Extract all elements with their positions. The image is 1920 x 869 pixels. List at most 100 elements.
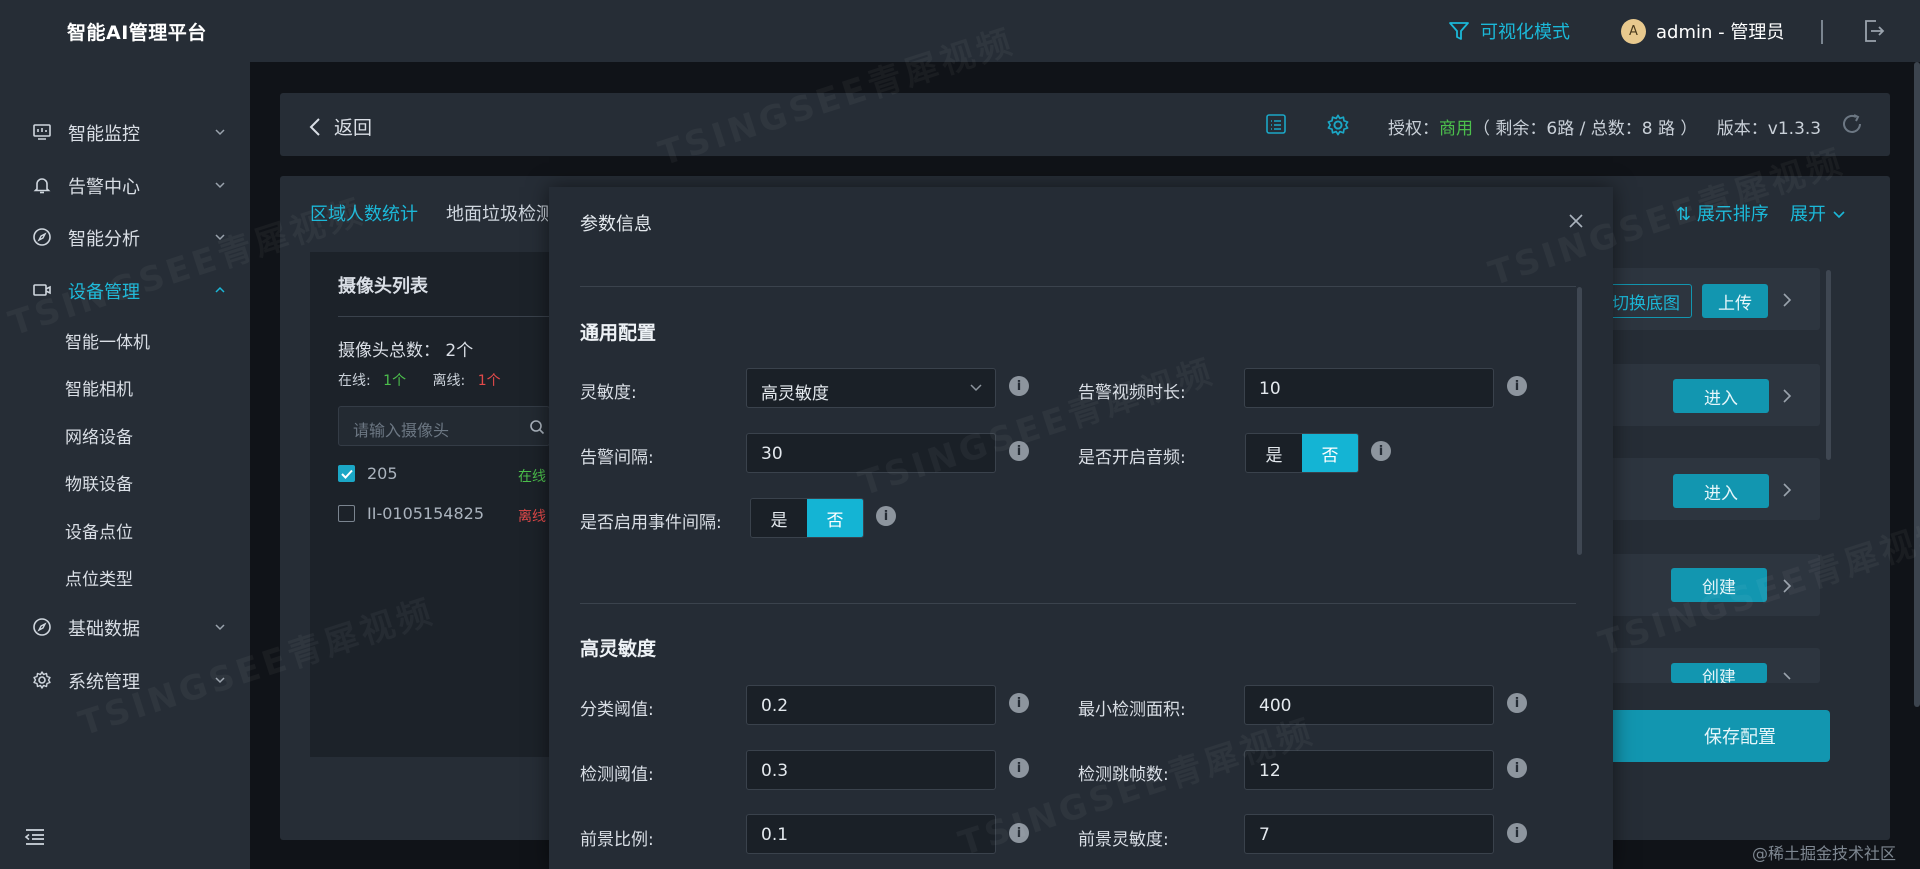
chevron-down-icon — [970, 384, 982, 392]
refresh-button[interactable] — [1840, 112, 1864, 141]
info-icon[interactable]: i — [1009, 758, 1029, 778]
chevron-right-icon[interactable] — [1782, 671, 1792, 683]
sidebar-subitem[interactable]: 智能相机 — [65, 375, 133, 400]
chevron-right-icon[interactable] — [1782, 292, 1792, 308]
compass-icon — [33, 618, 51, 636]
sort-label: 展示排序 — [1696, 204, 1769, 225]
sidebar-subitem[interactable]: 物联设备 — [65, 470, 133, 495]
toggle-yes[interactable]: 是 — [751, 499, 807, 537]
foreground-sensitivity-value: 7 — [1259, 825, 1270, 845]
event-interval-toggle[interactable]: 是 否 — [750, 498, 864, 538]
toggle-no[interactable]: 否 — [1302, 434, 1358, 472]
back-button[interactable]: 返回 — [308, 113, 372, 140]
sidebar-subitem[interactable]: 智能一体机 — [65, 328, 150, 353]
foreground-ratio-input[interactable]: 0.1 — [746, 814, 996, 854]
min-area-input[interactable]: 400 — [1244, 685, 1494, 725]
sidebar-item-alarms[interactable]: 告警中心 — [0, 164, 250, 204]
modal-scrollbar[interactable] — [1577, 287, 1582, 555]
page-scrollbar[interactable] — [1914, 62, 1920, 707]
min-area-value: 400 — [1259, 696, 1292, 716]
auth-label: 授权： — [1388, 119, 1439, 139]
chevron-right-icon[interactable] — [1782, 578, 1792, 594]
info-icon[interactable]: i — [1009, 823, 1029, 843]
info-icon[interactable]: i — [1009, 376, 1029, 396]
audio-label: 是否开启音频: — [1078, 448, 1186, 468]
algorithm-tabs: 区域人数统计 地面垃圾检测 — [310, 200, 554, 226]
toggle-no[interactable]: 否 — [807, 499, 863, 537]
video-duration-value: 10 — [1259, 379, 1281, 399]
camera-state: 在线 — [518, 469, 546, 485]
sidebar-subitem[interactable]: 点位类型 — [65, 565, 133, 590]
info-icon[interactable]: i — [1507, 693, 1527, 713]
settings-button[interactable] — [1326, 113, 1350, 142]
sidebar-item-label: 告警中心 — [68, 177, 140, 198]
close-button[interactable] — [1568, 213, 1584, 234]
enter-button[interactable]: 进入 — [1673, 379, 1769, 413]
sidebar-item-device-management[interactable]: 设备管理 — [0, 269, 250, 309]
sidebar-subitem[interactable]: 设备点位 — [65, 518, 133, 543]
chevron-down-icon — [1833, 211, 1845, 219]
user-menu[interactable]: A admin - 管理员 — [1621, 18, 1784, 44]
detect-threshold-input[interactable]: 0.3 — [746, 750, 996, 790]
sidebar-item-analysis[interactable]: 智能分析 — [0, 216, 250, 256]
collapse-sidebar-button[interactable] — [24, 828, 46, 851]
logout-button[interactable] — [1862, 18, 1886, 49]
detect-threshold-label: 检测阈值: — [580, 765, 654, 785]
enter-button[interactable]: 进入 — [1673, 474, 1769, 508]
upload-button[interactable]: 上传 — [1702, 284, 1768, 318]
create-button[interactable]: 创建 — [1671, 663, 1767, 683]
list-view-button[interactable] — [1265, 113, 1287, 140]
logout-icon — [1865, 20, 1885, 42]
info-icon[interactable]: i — [1009, 693, 1029, 713]
tab-area-count[interactable]: 区域人数统计 — [310, 200, 418, 226]
info-icon[interactable]: i — [876, 506, 896, 526]
stage-list-scrollbar[interactable] — [1826, 270, 1831, 460]
camera-row[interactable]: 205 — [338, 464, 398, 483]
info-icon[interactable]: i — [1009, 441, 1029, 461]
visualization-mode-link[interactable]: 可视化模式 — [1448, 18, 1570, 44]
checkbox[interactable] — [338, 465, 355, 482]
skip-frames-input[interactable]: 12 — [1244, 750, 1494, 790]
foreground-sensitivity-label: 前景灵敏度: — [1078, 830, 1169, 850]
create-button[interactable]: 创建 — [1671, 568, 1767, 602]
tab-ground-garbage[interactable]: 地面垃圾检测 — [446, 200, 554, 226]
sort-display-link[interactable]: ⇅ 展示排序 — [1676, 200, 1769, 226]
toggle-yes[interactable]: 是 — [1246, 434, 1302, 472]
chevron-right-icon[interactable] — [1782, 388, 1792, 404]
camera-row[interactable]: II-0105154825 — [338, 504, 484, 523]
info-icon[interactable]: i — [1371, 441, 1391, 461]
info-icon[interactable]: i — [1507, 758, 1527, 778]
skip-frames-label: 检测跳帧数: — [1078, 765, 1169, 785]
divider — [338, 316, 550, 317]
video-duration-input[interactable]: 10 — [1244, 368, 1494, 408]
sidebar-subitem[interactable]: 网络设备 — [65, 423, 133, 448]
check-icon — [340, 469, 353, 479]
camera-search-input[interactable]: 请输入摄像头 — [338, 406, 550, 446]
class-threshold-input[interactable]: 0.2 — [746, 685, 996, 725]
camera-icon — [33, 284, 51, 296]
back-label: 返回 — [334, 117, 373, 139]
sidebar-item-basic-data[interactable]: 基础数据 — [0, 606, 250, 646]
sidebar-item-monitoring[interactable]: 智能监控 — [0, 111, 250, 151]
list-icon — [1266, 114, 1286, 134]
skip-frames-value: 12 — [1259, 761, 1281, 781]
class-threshold-label: 分类阈值: — [580, 700, 654, 720]
auth-type: 商用 — [1439, 119, 1473, 139]
min-area-label: 最小检测面积: — [1078, 700, 1186, 720]
version-text: 版本：v1.3.3 — [1716, 119, 1822, 139]
chevron-right-icon[interactable] — [1782, 482, 1792, 498]
checkbox[interactable] — [338, 505, 355, 522]
sensitivity-select[interactable]: 高灵敏度 — [746, 368, 996, 408]
foreground-sensitivity-input[interactable]: 7 — [1244, 814, 1494, 854]
alarm-interval-input[interactable]: 30 — [746, 433, 996, 473]
search-icon — [530, 420, 545, 435]
audio-toggle[interactable]: 是 否 — [1245, 433, 1359, 473]
info-icon[interactable]: i — [1507, 376, 1527, 396]
switch-background-button[interactable]: 切换底图 — [1600, 284, 1692, 318]
info-icon[interactable]: i — [1507, 823, 1527, 843]
gear-icon — [1327, 114, 1349, 136]
chevron-down-icon — [215, 624, 225, 631]
sidebar-item-system[interactable]: 系统管理 — [0, 659, 250, 699]
expand-link[interactable]: 展开 — [1790, 200, 1846, 226]
divider — [580, 286, 1576, 287]
